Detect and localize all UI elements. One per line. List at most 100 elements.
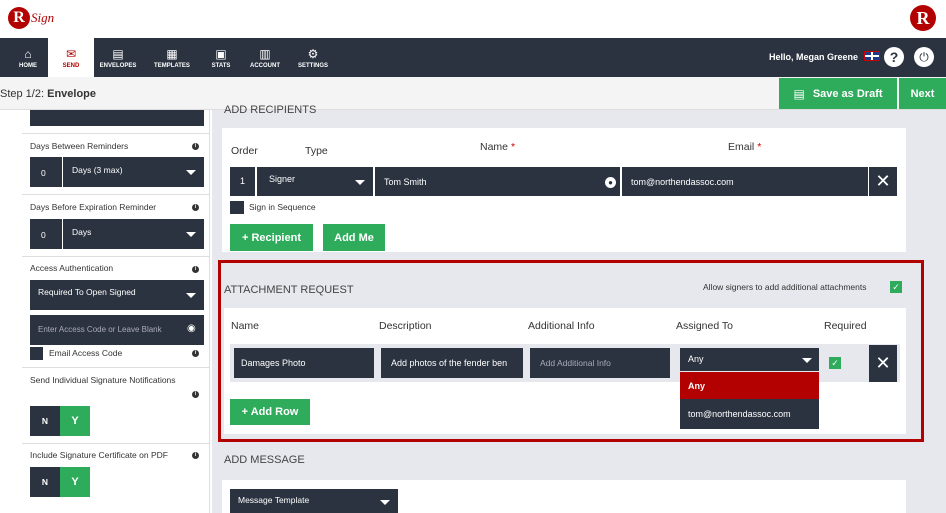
step-prefix: Step 1/2: [0, 88, 45, 100]
expiration-select[interactable]: 0 Days [30, 219, 204, 249]
certificate-label: Include Signature Certificate on PDF [30, 450, 168, 460]
templates-icon: ▦ [166, 47, 178, 61]
divider [22, 443, 210, 444]
message-header: ADD MESSAGE [224, 454, 305, 466]
type-value: Signer [269, 174, 296, 184]
chevron-down-icon [186, 293, 196, 298]
divider [22, 256, 210, 257]
recipients-panel: Order Type Name * Email * 1 Signer Tom S… [222, 128, 906, 252]
nav-send[interactable]: ✉ SEND [48, 38, 94, 77]
yes-toggle[interactable]: Y [60, 406, 90, 436]
divider [62, 157, 63, 187]
divider [22, 133, 210, 134]
chevron-down-icon [186, 232, 196, 237]
recipient-name: Tom Smith [384, 177, 427, 187]
chevron-down-icon [380, 500, 390, 505]
access-select[interactable]: Required To Open Signed [30, 280, 204, 310]
expiration-value: 0 [41, 230, 46, 240]
chevron-down-icon [355, 180, 365, 185]
uk-flag-icon[interactable] [864, 51, 880, 61]
no-toggle[interactable]: N [30, 467, 60, 497]
name-col: Name * [480, 141, 515, 153]
email-col-text: Email [728, 141, 755, 153]
sequence-label: Sign in Sequence [249, 202, 316, 212]
nav-label: HOME [19, 63, 37, 69]
save-draft-button[interactable]: ▤ Save as Draft [779, 78, 897, 109]
nav-label: ACCOUNT [250, 63, 280, 69]
expiration-label: Days Before Expiration Reminder [30, 202, 157, 212]
recipient-email-input[interactable]: tom@northendassoc.com [622, 167, 868, 196]
remove-recipient-icon[interactable]: ✕ [869, 167, 897, 196]
info-icon[interactable]: i [192, 204, 199, 211]
gear-icon: ⚙ [307, 47, 319, 61]
access-label: Access Authentication [30, 263, 114, 273]
contact-icon[interactable]: ● [605, 177, 616, 188]
required-mark: * [510, 141, 516, 153]
help-icon[interactable]: ? [884, 47, 904, 67]
nav-account[interactable]: ▥ ACCOUNT [242, 38, 288, 77]
add-me-button[interactable]: Add Me [323, 224, 385, 251]
step-title: Envelope [47, 88, 97, 100]
logo-mark: R [8, 7, 30, 29]
top-cut-select[interactable] [30, 110, 204, 126]
info-icon[interactable]: i [192, 266, 199, 273]
next-button[interactable]: Next [899, 78, 946, 109]
yes-toggle[interactable]: Y [60, 467, 90, 497]
account-icon: ▥ [259, 47, 271, 61]
nav-settings[interactable]: ⚙ SETTINGS [290, 38, 336, 77]
home-icon: ⌂ [24, 47, 32, 61]
info-icon[interactable]: i [192, 350, 199, 357]
nav-label: STATS [211, 63, 231, 69]
access-code-input[interactable]: Enter Access Code or Leave Blank ◉ [30, 315, 204, 345]
envelopes-icon: ▤ [112, 47, 124, 61]
order-col: Order [231, 145, 258, 157]
step-indicator: Step 1/2: Envelope [0, 88, 96, 100]
sequence-checkbox[interactable] [230, 201, 244, 214]
no-toggle[interactable]: N [30, 406, 60, 436]
reminders-unit: Days (3 max) [72, 165, 123, 175]
reminders-value: 0 [41, 168, 46, 178]
logo-text: Sign [31, 10, 55, 25]
nav-label: SETTINGS [297, 63, 328, 69]
eye-icon[interactable]: ◉ [187, 323, 196, 334]
recipient-email: tom@northendassoc.com [631, 177, 734, 187]
power-icon[interactable]: ⏻ [914, 47, 934, 67]
type-col: Type [305, 145, 328, 157]
save-draft-label: Save as Draft [812, 87, 883, 100]
order-field[interactable]: 1 [230, 167, 255, 196]
message-template: Message Template [238, 495, 310, 505]
rsign-logo[interactable]: R Sign [8, 5, 54, 31]
nav-home[interactable]: ⌂ HOME [5, 38, 51, 77]
info-icon[interactable]: i [192, 391, 199, 398]
chevron-down-icon [186, 170, 196, 175]
expiration-unit: Days [72, 227, 92, 237]
recipient-name-input[interactable]: Tom Smith ● [375, 167, 620, 196]
user-greeting: Hello, Megan Greene [768, 52, 858, 62]
email-access-checkbox[interactable] [30, 347, 43, 360]
email-col: Email * [728, 141, 761, 153]
info-icon[interactable]: i [192, 452, 199, 459]
access-code-placeholder: Enter Access Code or Leave Blank [38, 325, 162, 334]
recipients-header: ADD RECIPIENTS [224, 104, 317, 113]
left-settings-panel: Days Between Reminders i 0 Days (3 max) … [22, 110, 210, 513]
stats-icon: ▣ [215, 47, 227, 61]
add-recipient-button[interactable]: + Recipient [230, 224, 313, 251]
divider [22, 367, 210, 368]
document-icon: ▤ [793, 86, 805, 101]
nav-label: ENVELOPES [99, 63, 137, 69]
top-bar [0, 0, 946, 38]
nav-stats[interactable]: ▣ STATS [198, 38, 244, 77]
required-mark: * [757, 141, 762, 153]
message-template-select[interactable]: Message Template [230, 489, 398, 513]
nav-templates[interactable]: ▦ TEMPLATES [149, 38, 195, 77]
type-select[interactable]: Signer [257, 167, 373, 196]
nav-label: SEND [62, 63, 80, 69]
nav-envelopes[interactable]: ▤ ENVELOPES [95, 38, 141, 77]
name-col-text: Name [480, 141, 509, 153]
reminders-select[interactable]: 0 Days (3 max) [30, 157, 204, 187]
nav-label: TEMPLATES [154, 63, 190, 69]
divider [62, 219, 63, 249]
info-icon[interactable]: i [192, 143, 199, 150]
email-access-label: Email Access Code [49, 348, 123, 358]
individual-notifications-label: Send Individual Signature Notifications [30, 375, 176, 385]
